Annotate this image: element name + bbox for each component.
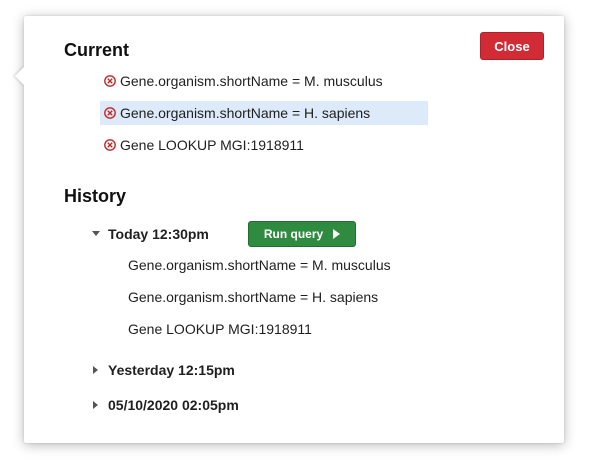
current-constraint-item: Gene LOOKUP MGI:1918911 (100, 133, 308, 157)
history-query-line: Gene.organism.shortName = H. sapiens (128, 289, 379, 305)
caret-down-icon[interactable] (90, 228, 102, 240)
history-entry-yesterday[interactable]: Yesterday 12:15pm (90, 360, 235, 380)
popover-pointer (15, 66, 25, 86)
history-query-line: Gene LOOKUP MGI:1918911 (128, 321, 312, 337)
current-constraint-item: Gene.organism.shortName = M. musculus (100, 69, 387, 93)
play-icon (333, 229, 341, 239)
caret-right-icon[interactable] (90, 364, 102, 376)
remove-constraint-icon[interactable] (104, 139, 116, 151)
history-timestamp: Today 12:30pm (108, 226, 209, 242)
remove-constraint-icon[interactable] (104, 107, 116, 119)
constraint-text: Gene.organism.shortName = H. sapiens (120, 105, 371, 121)
run-query-label: Run query (263, 227, 324, 241)
history-section-title: History (64, 186, 127, 206)
query-history-popover: Current Close Gene.organism.shortName = … (15, 16, 564, 443)
history-timestamp: 05/10/2020 02:05pm (108, 397, 239, 413)
history-entry-date[interactable]: 05/10/2020 02:05pm (90, 395, 239, 415)
run-query-button[interactable]: Run query (248, 221, 356, 247)
current-constraint-item-selected: Gene.organism.shortName = H. sapiens (100, 101, 428, 125)
close-button[interactable]: Close (480, 32, 544, 60)
history-timestamp: Yesterday 12:15pm (108, 362, 235, 378)
remove-constraint-icon[interactable] (104, 75, 116, 87)
constraint-text: Gene.organism.shortName = M. musculus (120, 73, 383, 89)
history-query-line: Gene.organism.shortName = M. musculus (128, 257, 391, 273)
history-entry-today[interactable]: Today 12:30pm (90, 224, 209, 244)
caret-right-icon[interactable] (90, 399, 102, 411)
constraint-text: Gene LOOKUP MGI:1918911 (120, 137, 304, 153)
current-section-title: Current (64, 40, 130, 60)
